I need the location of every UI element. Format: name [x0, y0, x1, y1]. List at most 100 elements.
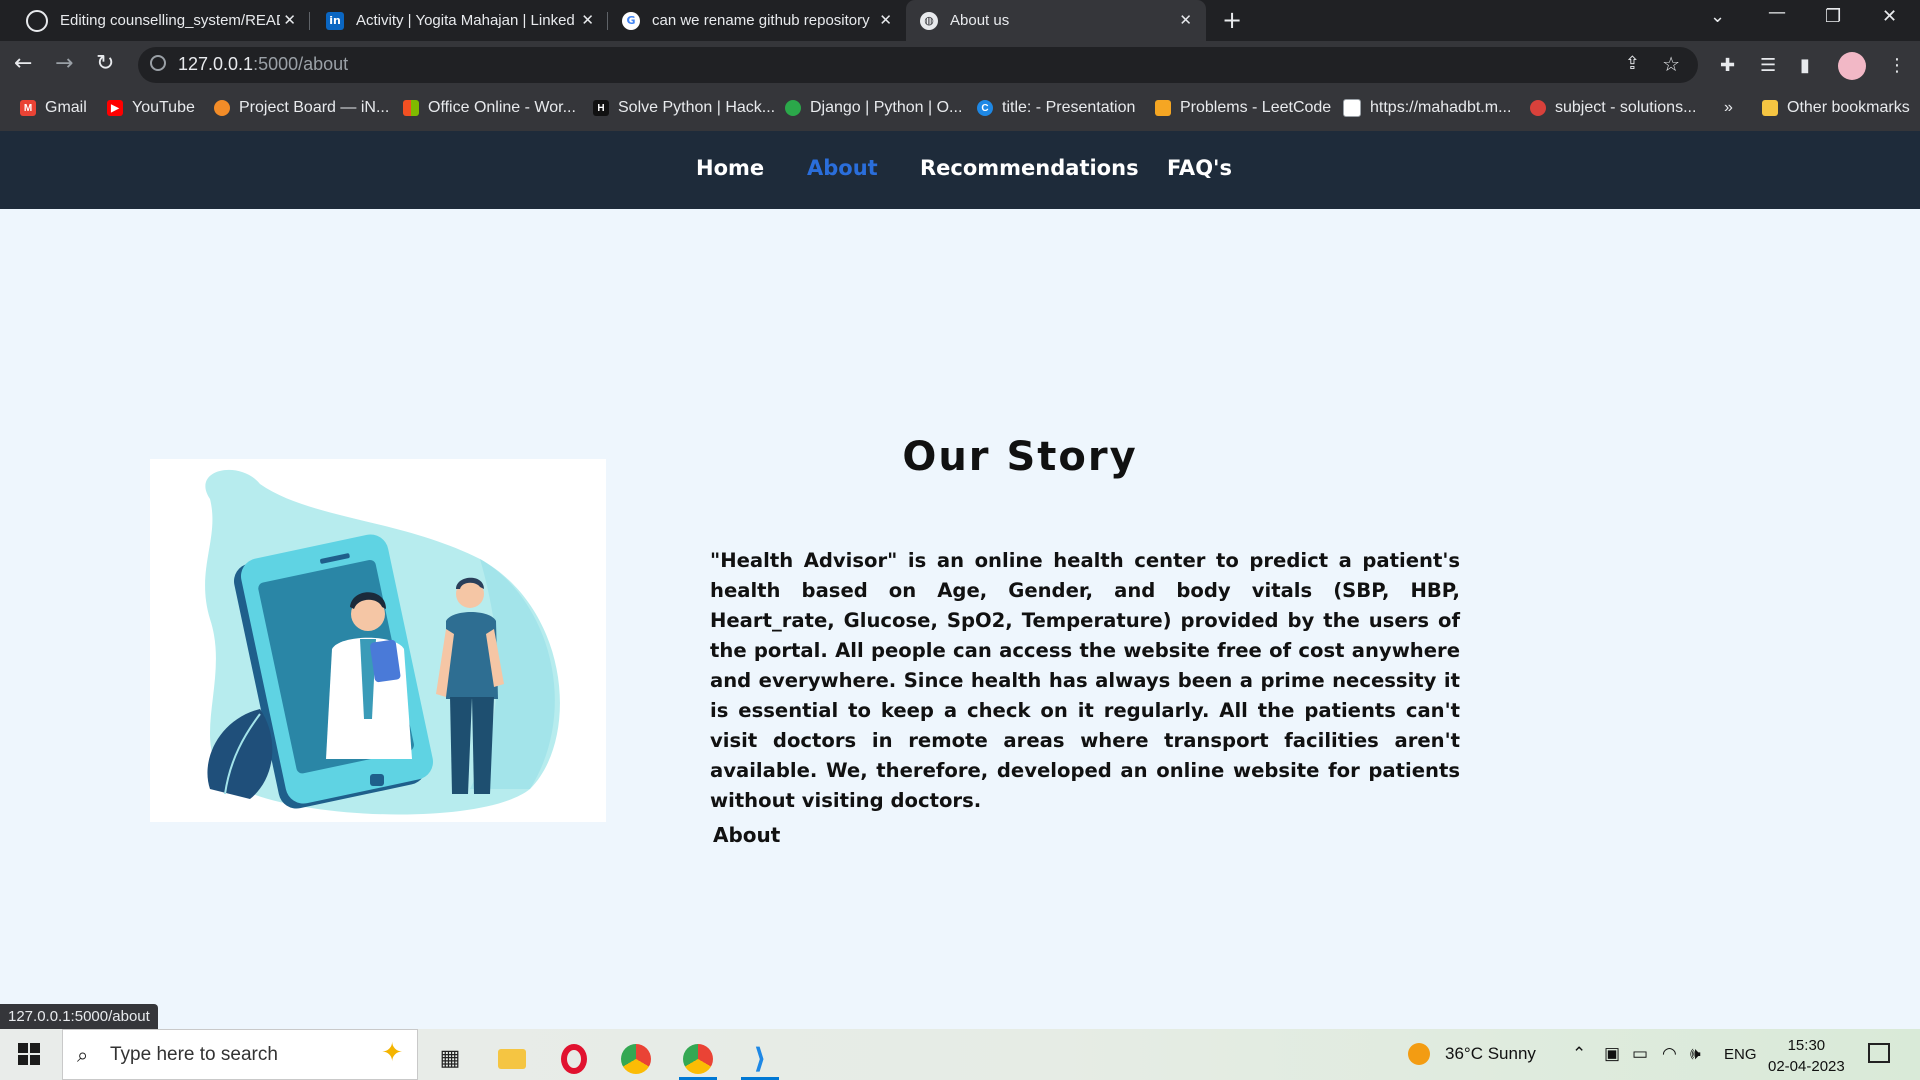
media-queue-icon[interactable]: ☰	[1760, 55, 1776, 76]
bookmark-mahadbt[interactable]: https://mahadbt.m...	[1343, 99, 1511, 117]
windows-start-icon[interactable]	[18, 1043, 40, 1065]
browser-tab-strip: Editing counselling_system/READ ✕ in Act…	[0, 0, 1920, 41]
gmail-icon: M	[20, 100, 36, 116]
chrome-icon[interactable]	[611, 1037, 661, 1080]
bookmark-hackerrank[interactable]: H Solve Python | Hack...	[593, 99, 775, 117]
weather-sun-icon[interactable]	[1408, 1043, 1430, 1065]
project-board-icon	[214, 100, 230, 116]
close-icon[interactable]: ✕	[283, 11, 296, 29]
new-tab-button[interactable]: +	[1222, 6, 1242, 34]
doctor-illustration	[150, 459, 606, 822]
search-placeholder: Type here to search	[110, 1044, 278, 1065]
bookmark-gmail[interactable]: M Gmail	[20, 99, 87, 117]
telemedicine-illustration-svg	[205, 469, 560, 815]
bookmark-label: Problems - LeetCode	[1180, 99, 1332, 116]
nav-link-about[interactable]: About	[807, 156, 878, 180]
bookmark-label: https://mahadbt.m...	[1370, 99, 1512, 116]
reload-button[interactable]: ↻	[96, 51, 114, 76]
folder-icon	[1762, 100, 1778, 116]
bookmark-presentation[interactable]: Ctitle: - Presentation	[977, 99, 1135, 117]
meet-icon[interactable]: ▣	[1604, 1044, 1620, 1064]
site-info-icon[interactable]	[150, 55, 166, 71]
battery-icon[interactable]: ▭	[1632, 1044, 1648, 1064]
site-navbar: Home About Recommendations FAQ's	[0, 131, 1920, 209]
taskbar-search-input[interactable]: ⌕ Type here to search ✦	[62, 1029, 418, 1080]
close-icon[interactable]: ✕	[581, 11, 594, 29]
back-button[interactable]: ←	[14, 51, 32, 76]
chevron-up-icon[interactable]: ⌃	[1572, 1044, 1586, 1064]
more-bookmarks-button[interactable]: »	[1724, 99, 1733, 117]
extensions-icon[interactable]: ✚	[1720, 55, 1735, 76]
bookmarks-bar: M Gmail ▶ YouTube Project Board — iN... Of…	[0, 89, 1920, 132]
bookmark-label: subject - solutions...	[1555, 99, 1697, 116]
page-title: Our Story	[902, 434, 1138, 480]
about-subheading: About	[713, 823, 781, 847]
tab-search-chevron-icon[interactable]: ⌄	[1710, 6, 1725, 27]
bookmark-star-icon[interactable]: ☆	[1662, 52, 1680, 76]
tab-google[interactable]: G can we rename github repository ✕	[608, 0, 906, 41]
sparkle-icon: ✦	[381, 1038, 403, 1068]
close-icon[interactable]: ✕	[879, 11, 892, 29]
tab-title: About us	[950, 12, 1010, 29]
apple-icon	[1530, 100, 1546, 116]
bookmark-youtube[interactable]: ▶ YouTube	[107, 99, 195, 117]
page-icon	[1343, 99, 1361, 117]
tab-about-us[interactable]: ◍ About us ✕	[906, 0, 1206, 41]
file-explorer-icon[interactable]	[487, 1037, 537, 1080]
status-url-tooltip: 127.0.0.1:5000/about	[0, 1004, 158, 1029]
address-url[interactable]: 127.0.0.1:5000/about	[178, 54, 348, 75]
tab-title: Editing counselling_system/READ	[60, 12, 280, 29]
leetcode-icon	[1155, 100, 1171, 116]
close-icon[interactable]: ✕	[1179, 11, 1192, 29]
wifi-icon[interactable]: ◠	[1662, 1044, 1677, 1064]
bookmark-leetcode[interactable]: Problems - LeetCode	[1155, 99, 1331, 117]
weather-text[interactable]: 36°C Sunny	[1445, 1044, 1536, 1064]
bookmark-label: Office Online - Wor...	[428, 99, 576, 116]
canva-icon: C	[977, 100, 993, 116]
menu-kebab-icon[interactable]: ⋮	[1888, 55, 1906, 76]
bookmark-office-online[interactable]: Office Online - Wor...	[403, 99, 576, 117]
search-icon: ⌕	[77, 1043, 89, 1067]
chevron-double-right-icon: »	[1724, 99, 1733, 116]
story-paragraph: "Health Advisor" is an online health cen…	[710, 549, 1460, 812]
nav-link-faqs[interactable]: FAQ's	[1167, 156, 1232, 180]
taskbar-clock[interactable]: 15:30 02-04-2023	[1768, 1035, 1845, 1077]
notification-icon[interactable]	[1868, 1043, 1890, 1063]
close-window-button[interactable]: ✕	[1882, 6, 1897, 27]
windows-taskbar: ⌕ Type here to search ✦ ▦ ⟩ 36°C Sunny ⌃…	[0, 1029, 1920, 1080]
hackerrank-icon: H	[593, 100, 609, 116]
github-icon	[26, 9, 48, 32]
address-path: :5000/about	[253, 54, 349, 74]
clock-date: 02-04-2023	[1768, 1058, 1845, 1075]
google-icon: G	[622, 11, 640, 30]
vscode-icon[interactable]: ⟩	[735, 1037, 785, 1080]
django-icon	[785, 100, 801, 116]
bookmark-label: Django | Python | O...	[810, 99, 963, 116]
bookmark-label: Gmail	[45, 99, 87, 116]
forward-button[interactable]: →	[55, 51, 73, 76]
minimize-button[interactable]: —	[1768, 2, 1786, 23]
nav-link-recommendations[interactable]: Recommendations	[920, 156, 1139, 180]
tab-github[interactable]: Editing counselling_system/READ ✕	[8, 0, 310, 41]
office-icon	[403, 100, 419, 116]
clock-time: 15:30	[1787, 1037, 1826, 1054]
address-bar[interactable]: 127.0.0.1:5000/about ⇪ ☆	[138, 47, 1698, 83]
opera-icon[interactable]	[549, 1037, 599, 1080]
bookmark-label: Other bookmarks	[1787, 99, 1910, 116]
bookmark-django[interactable]: Django | Python | O...	[785, 99, 962, 117]
restore-button[interactable]: ❐	[1825, 6, 1841, 27]
nav-link-home[interactable]: Home	[696, 156, 764, 180]
side-panel-icon[interactable]: ▮	[1800, 55, 1810, 76]
task-view-icon[interactable]: ▦	[425, 1037, 475, 1080]
bookmark-project-board[interactable]: Project Board — iN...	[214, 99, 389, 117]
volume-icon[interactable]: 🕪	[1690, 1044, 1701, 1064]
language-indicator[interactable]: ENG	[1724, 1046, 1757, 1063]
tab-linkedin[interactable]: in Activity | Yogita Mahajan | Linked ✕	[310, 0, 608, 41]
other-bookmarks-folder[interactable]: Other bookmarks	[1762, 99, 1910, 117]
tab-title: Activity | Yogita Mahajan | Linked	[356, 12, 575, 29]
tab-title: can we rename github repository	[652, 12, 870, 29]
avatar[interactable]	[1838, 52, 1866, 80]
share-icon[interactable]: ⇪	[1625, 53, 1640, 74]
chrome-icon[interactable]	[673, 1037, 723, 1080]
bookmark-subject-solutions[interactable]: subject - solutions...	[1530, 99, 1696, 117]
